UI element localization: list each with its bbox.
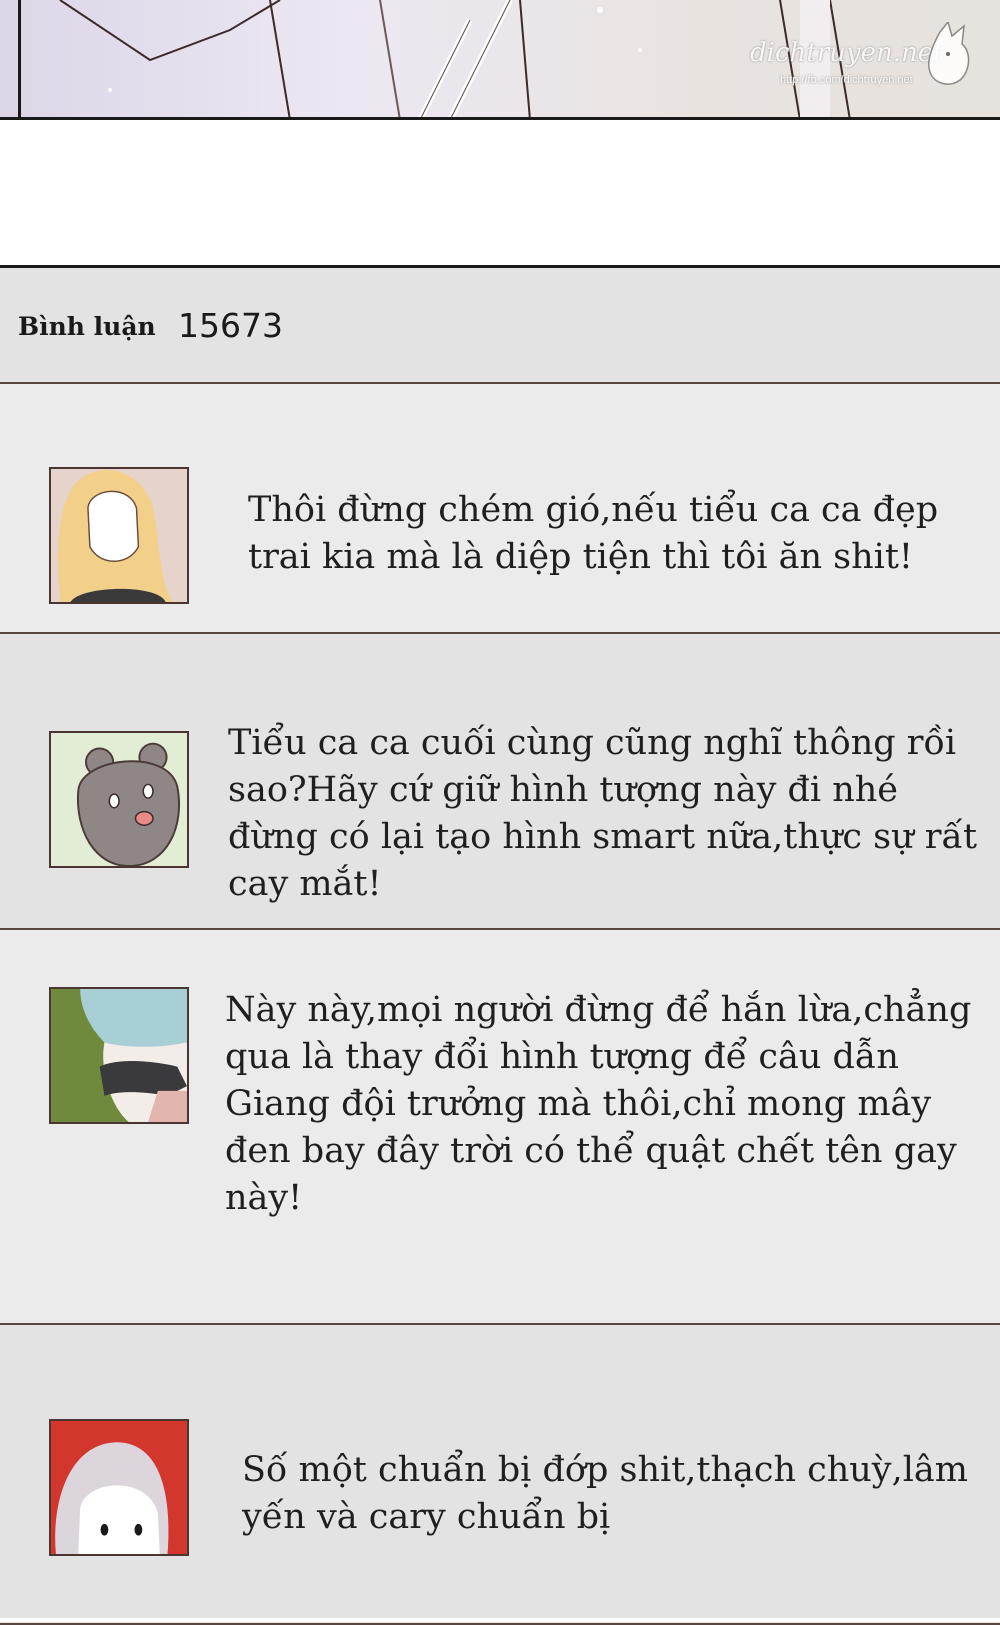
comic-panel-bottom: dichtruyen.net http://fb.com/dichtruyen.… [0,0,1000,120]
comments-header: Bình luận 15673 [0,268,1000,384]
bottom-edge [0,1618,1000,1622]
comment-text: Tiểu ca ca cuối cùng cũng nghĩ thông rồi… [228,723,978,904]
comments-section: Bình luận 15673 Thôi đừng chém gió,nếu t… [0,265,1000,1625]
blue-hair-scarf-avatar[interactable] [49,987,189,1124]
comment-item: Số một chuẩn bị đớp shit,thạch chuỳ,lâm … [0,1325,1000,1625]
watermark-name: dichtruyen.net [750,38,944,68]
comment-item: Này này,mọi người đừng để hắn lừa,chẳng … [0,930,1000,1325]
blue-hair-scarf-icon [51,989,187,1122]
watermark: dichtruyen.net http://fb.com/dichtruyen.… [720,22,980,102]
comment-item: Tiểu ca ca cuối cùng cũng nghĩ thông rồi… [0,634,1000,930]
husky-logo-icon [928,22,970,85]
comments-count: 15673 [178,306,283,345]
comment-text: Thôi đừng chém gió,nếu tiểu ca ca đẹp tr… [248,490,939,577]
white-hair-red-bg-avatar[interactable] [49,1419,189,1556]
gray-bear-icon [51,733,187,866]
blonde-girl-avatar[interactable] [49,467,189,604]
comment-item: Thôi đừng chém gió,nếu tiểu ca ca đẹp tr… [0,384,1000,634]
watermark-url: http://fb.com/dichtruyen.net [780,74,913,86]
comments-label: Bình luận [18,312,156,341]
comment-text: Số một chuẩn bị đớp shit,thạch chuỳ,lâm … [242,1450,968,1537]
white-hair-red-bg-icon [51,1421,187,1554]
gray-bear-avatar[interactable] [49,731,189,868]
blonde-girl-icon [51,469,187,602]
comment-text: Này này,mọi người đừng để hắn lừa,chẳng … [225,990,972,1218]
